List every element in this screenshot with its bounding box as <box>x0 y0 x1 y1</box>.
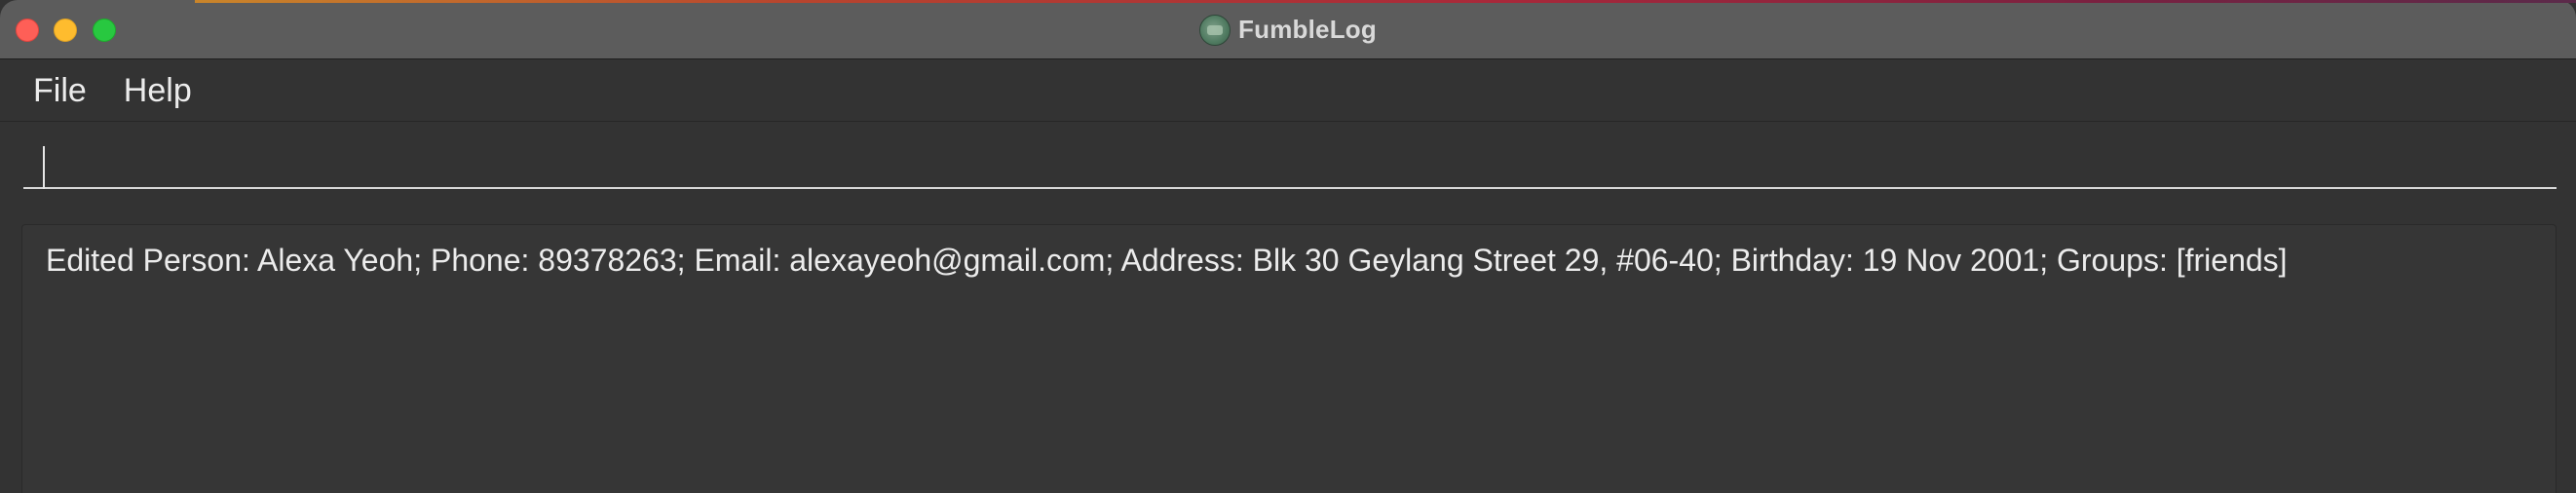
window-title: FumbleLog <box>1238 15 1377 44</box>
app-logo-icon <box>1199 14 1231 46</box>
text-caret <box>43 146 45 189</box>
command-input[interactable] <box>23 138 2557 189</box>
app-window: FumbleLog File Help Edited Person: Alexa… <box>0 0 2576 493</box>
title-bar[interactable]: FumbleLog <box>0 0 2576 59</box>
result-message: Edited Person: Alexa Yeoh; Phone: 893782… <box>46 243 2288 278</box>
result-display: Edited Person: Alexa Yeoh; Phone: 893782… <box>21 224 2557 493</box>
window-title-group: FumbleLog <box>0 0 2576 59</box>
command-box-panel <box>0 123 2576 209</box>
menu-file[interactable]: File <box>33 72 87 110</box>
menu-bar: File Help <box>0 60 2576 122</box>
menu-help[interactable]: Help <box>124 72 192 110</box>
desktop-wallpaper-edge <box>195 0 2576 3</box>
